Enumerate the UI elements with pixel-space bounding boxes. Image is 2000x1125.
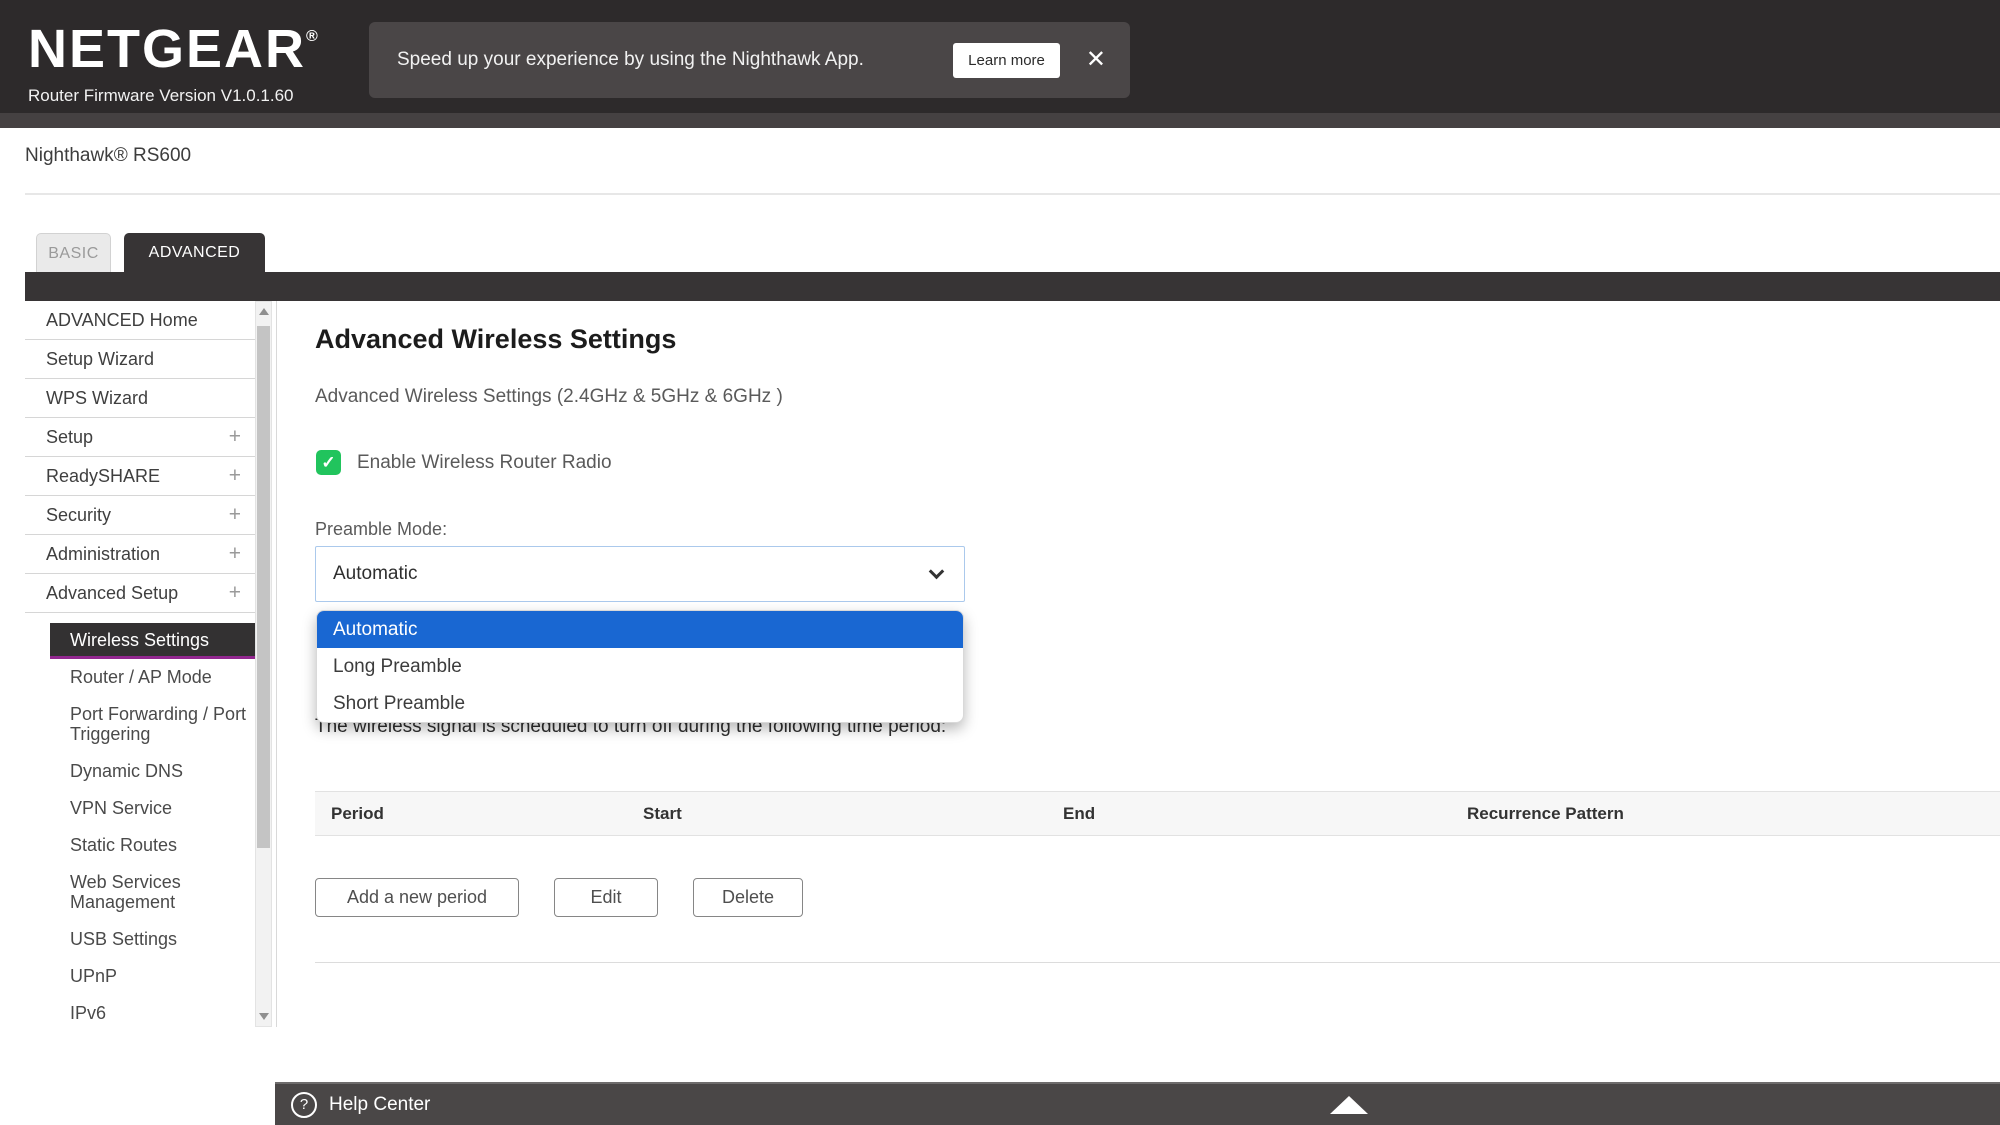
header-shadow-strip <box>0 113 2000 128</box>
schedule-table-header: Period Start End Recurrence Pattern <box>315 791 2000 836</box>
sidebar-subitem-dynamic-dns[interactable]: Dynamic DNS <box>25 753 255 790</box>
sidebar-item-setup[interactable]: Setup + <box>25 418 255 457</box>
enable-radio-row: ✓ Enable Wireless Router Radio <box>316 450 612 475</box>
page-subtitle: Advanced Wireless Settings (2.4GHz & 5GH… <box>315 386 783 408</box>
help-center-bar[interactable]: ? Help Center <box>275 1082 2000 1125</box>
sidebar-subitem-wireless-settings[interactable]: Wireless Settings <box>50 623 255 659</box>
banner-message: Speed up your experience by using the Ni… <box>397 49 864 71</box>
page-title: Advanced Wireless Settings <box>315 324 676 355</box>
arrow-down-icon <box>259 1013 269 1020</box>
sidebar-subitem-usb-settings[interactable]: USB Settings <box>25 921 255 958</box>
brand-text: NETGEAR <box>28 19 306 79</box>
sidebar-item-readyshare[interactable]: ReadySHARE + <box>25 457 255 496</box>
close-icon[interactable]: ✕ <box>1086 48 1106 72</box>
sidebar-subitem-vpn-service[interactable]: VPN Service <box>25 790 255 827</box>
sidebar-item-wps-wizard[interactable]: WPS Wizard <box>25 379 255 418</box>
learn-more-button[interactable]: Learn more <box>953 43 1060 78</box>
sidebar-content-divider <box>276 301 277 1027</box>
sidebar-subitem-port-forwarding[interactable]: Port Forwarding / Port Triggering <box>25 696 255 753</box>
sidebar-item-label: WPS Wizard <box>46 388 148 408</box>
column-header-period: Period <box>331 804 384 824</box>
divider <box>25 193 2000 195</box>
sidebar-item-advanced-home[interactable]: ADVANCED Home <box>25 301 255 340</box>
sidebar-subitem-router-ap-mode[interactable]: Router / AP Mode <box>25 659 255 696</box>
sidebar-menu: ADVANCED Home Setup Wizard WPS Wizard Se… <box>25 301 255 1032</box>
sidebar-item-label: Setup <box>46 427 93 447</box>
tab-nav-bar <box>25 272 2000 301</box>
option-short-preamble[interactable]: Short Preamble <box>317 685 963 722</box>
preamble-selected-value: Automatic <box>333 563 417 585</box>
sidebar-scrollbar[interactable] <box>255 301 272 1027</box>
sidebar-subitem-upnp[interactable]: UPnP <box>25 958 255 995</box>
sidebar-item-advanced-setup[interactable]: Advanced Setup + <box>25 574 255 613</box>
sidebar-subitem-web-services-management[interactable]: Web Services Management <box>25 864 255 921</box>
advanced-setup-submenu: Wireless Settings Router / AP Mode Port … <box>25 613 255 1032</box>
divider <box>315 962 2000 963</box>
expand-plus-icon[interactable]: + <box>229 574 241 612</box>
chevron-down-icon <box>929 564 945 580</box>
help-question-icon[interactable]: ? <box>291 1092 317 1118</box>
enable-radio-label: Enable Wireless Router Radio <box>357 452 612 474</box>
expand-plus-icon[interactable]: + <box>229 418 241 456</box>
netgear-logo: NETGEAR® <box>28 22 318 76</box>
sidebar-item-label: Setup Wizard <box>46 349 154 369</box>
preamble-options-dropdown: Automatic Long Preamble Short Preamble <box>316 610 964 723</box>
preamble-mode-select[interactable]: Automatic <box>315 546 965 602</box>
tab-basic[interactable]: BASIC <box>36 233 111 273</box>
scrollbar-thumb[interactable] <box>257 326 270 848</box>
expand-up-arrow-icon[interactable] <box>1330 1096 1368 1114</box>
nighthawk-app-banner: Speed up your experience by using the Ni… <box>369 22 1130 98</box>
router-model-label: Nighthawk® RS600 <box>25 145 191 167</box>
sidebar-subitem-ipv6[interactable]: IPv6 <box>25 995 255 1032</box>
option-long-preamble[interactable]: Long Preamble <box>317 648 963 685</box>
column-header-recurrence: Recurrence Pattern <box>1467 804 1624 824</box>
router-admin-page: NETGEAR® Router Firmware Version V1.0.1.… <box>0 0 2000 1125</box>
sidebar-item-label: ADVANCED Home <box>46 310 198 330</box>
delete-button[interactable]: Delete <box>693 878 803 917</box>
firmware-version: Router Firmware Version V1.0.1.60 <box>28 86 294 106</box>
sidebar-item-security[interactable]: Security + <box>25 496 255 535</box>
tab-advanced[interactable]: ADVANCED <box>124 233 265 273</box>
expand-plus-icon[interactable]: + <box>229 457 241 495</box>
edit-button[interactable]: Edit <box>554 878 658 917</box>
add-new-period-button[interactable]: Add a new period <box>315 878 519 917</box>
option-automatic[interactable]: Automatic <box>317 611 963 648</box>
help-center-label: Help Center <box>329 1094 430 1116</box>
sidebar-item-label: Administration <box>46 544 160 564</box>
registered-mark: ® <box>306 28 318 45</box>
expand-plus-icon[interactable]: + <box>229 535 241 573</box>
column-header-start: Start <box>643 804 682 824</box>
sidebar-item-setup-wizard[interactable]: Setup Wizard <box>25 340 255 379</box>
sidebar-item-label: Advanced Setup <box>46 583 178 603</box>
scroll-down-button[interactable] <box>256 1007 271 1026</box>
sidebar-item-label: Security <box>46 505 111 525</box>
scroll-up-button[interactable] <box>256 302 271 321</box>
column-header-end: End <box>1063 804 1095 824</box>
sidebar-subitem-static-routes[interactable]: Static Routes <box>25 827 255 864</box>
arrow-up-icon <box>259 308 269 315</box>
sidebar-item-administration[interactable]: Administration + <box>25 535 255 574</box>
expand-plus-icon[interactable]: + <box>229 496 241 534</box>
sidebar-item-label: ReadySHARE <box>46 466 160 486</box>
top-header: NETGEAR® Router Firmware Version V1.0.1.… <box>0 0 2000 113</box>
enable-radio-checkbox[interactable]: ✓ <box>316 450 341 475</box>
preamble-mode-label: Preamble Mode: <box>315 519 447 540</box>
